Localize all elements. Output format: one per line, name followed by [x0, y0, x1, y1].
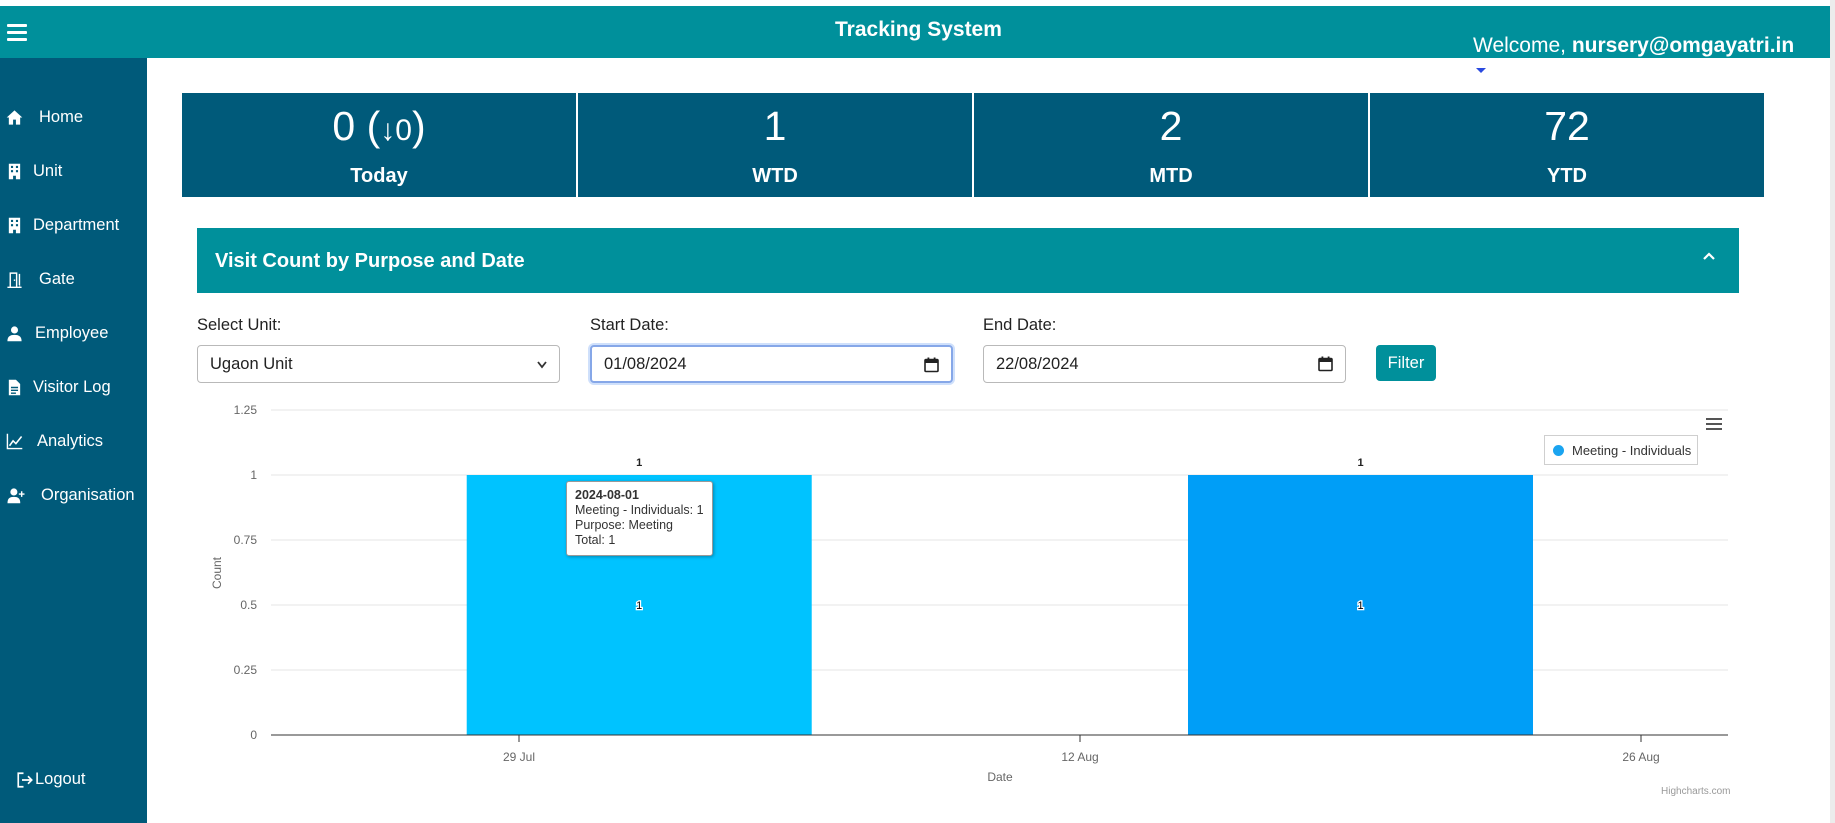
- legend-dot-icon: [1553, 444, 1564, 456]
- chart-legend[interactable]: Meeting - Individuals: [1544, 435, 1698, 465]
- tooltip-line: Purpose: Meeting: [575, 518, 673, 532]
- data-label: 1: [1357, 457, 1363, 469]
- y-tick-label: 1.25: [234, 403, 258, 417]
- y-tick-label: 0: [250, 728, 257, 742]
- tooltip-line: Meeting - Individuals: 1: [575, 503, 704, 517]
- y-tick-label: 0.25: [234, 663, 258, 677]
- inner-label: 1: [1357, 600, 1363, 612]
- legend-label: Meeting - Individuals: [1572, 442, 1692, 458]
- inner-label: 1: [636, 600, 642, 612]
- chart-credit: Highcharts.com: [1661, 786, 1731, 797]
- tooltip-title: 2024-08-01: [575, 488, 639, 502]
- y-tick-label: 0.5: [240, 598, 257, 612]
- visit-count-chart: 00.250.50.7511.2529 Jul 12 Aug 26 Aug1111 …: [210, 403, 1728, 784]
- chart-tooltip: 2024-08-01 Meeting - Individuals: 1 Purp…: [566, 481, 713, 556]
- y-tick-label: 1: [250, 468, 257, 482]
- x-tick-label: 26 Aug: [1622, 750, 1659, 764]
- y-tick-label: 0.75: [234, 533, 258, 547]
- x-tick-label: 12 Aug: [1061, 750, 1098, 764]
- y-axis-title: Count: [210, 556, 224, 589]
- chart-menu-icon[interactable]: [1706, 418, 1722, 433]
- tooltip-line: Total: 1: [575, 533, 616, 547]
- data-label: 1: [636, 457, 642, 469]
- x-tick-label: 29 Jul: [503, 750, 535, 764]
- x-axis-title: Date: [987, 770, 1013, 784]
